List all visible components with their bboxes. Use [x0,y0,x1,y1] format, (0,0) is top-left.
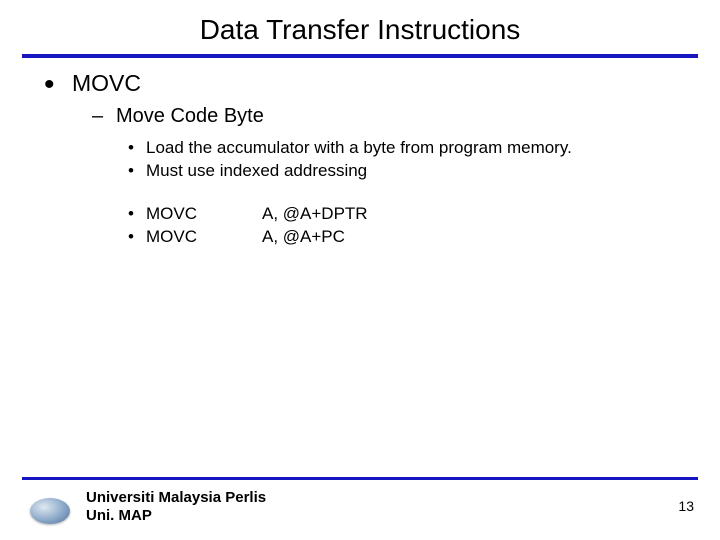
level2-label: Move Code Byte [116,105,264,128]
unimap-logo-icon [30,498,70,524]
dot-icon: • [128,227,146,247]
code-row: • MOVC A, @A+PC [0,227,720,247]
dash-icon: – [92,105,116,128]
footer: Universiti Malaysia Perlis Uni. MAP 13 [0,484,720,532]
code-operands-1: A, @A+PC [262,227,345,247]
content-area: • MOVC – Move Code Byte • Load the accum… [0,58,720,247]
desc-line-0: Load the accumulator with a byte from pr… [146,138,572,158]
desc-line-1: Must use indexed addressing [146,161,367,181]
bullet-level3: • Must use indexed addressing [0,161,720,181]
bullet-level1: • MOVC [0,70,720,97]
bullet-dot-icon: • [44,78,72,92]
level1-label: MOVC [72,70,141,97]
footer-line1: Universiti Malaysia Perlis [86,489,266,508]
spacer [0,184,720,204]
code-mnemonic-0: MOVC [146,204,262,224]
dot-icon: • [128,204,146,224]
footer-text: Universiti Malaysia Perlis Uni. MAP [86,489,266,527]
code-mnemonic-1: MOVC [146,227,262,247]
code-operands-0: A, @A+DPTR [262,204,368,224]
footer-line2: Uni. MAP [86,507,266,526]
dot-icon: • [128,161,146,181]
page-number: 13 [678,498,694,514]
code-row: • MOVC A, @A+DPTR [0,204,720,224]
slide-title: Data Transfer Instructions [0,0,720,54]
bullet-level2: – Move Code Byte [0,105,720,128]
dot-icon: • [128,138,146,158]
footer-rule [22,477,698,480]
bullet-level3: • Load the accumulator with a byte from … [0,138,720,158]
